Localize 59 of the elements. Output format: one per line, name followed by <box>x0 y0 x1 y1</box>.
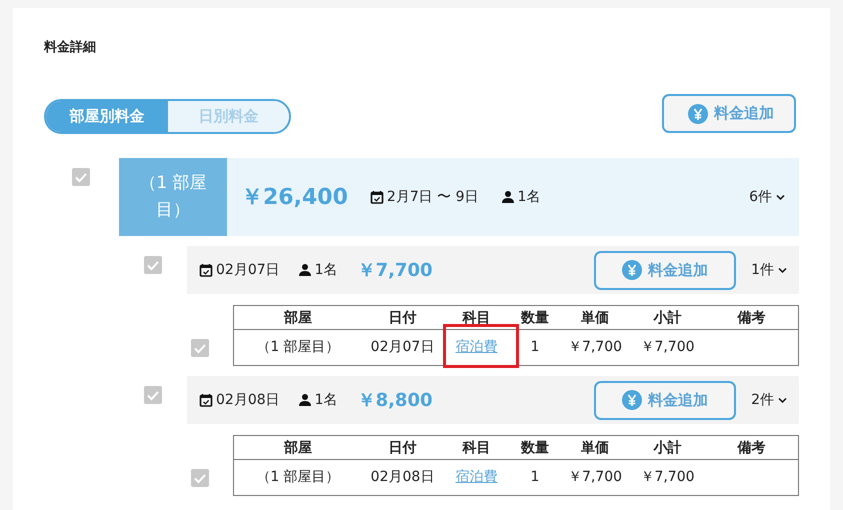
day-date: 02月07日 <box>216 261 280 279</box>
room-label: （1 部屋目） <box>119 158 227 236</box>
column-header: 部屋 <box>233 435 362 460</box>
person-icon <box>298 393 312 407</box>
date-range: 2月7日 〜 9日 <box>386 188 479 206</box>
column-header: 科目 <box>443 305 510 330</box>
checkbox[interactable] <box>144 256 162 274</box>
view-tab[interactable]: 日別料金 <box>168 101 289 132</box>
count-toggle[interactable]: 2件 <box>751 391 787 409</box>
room-total: ￥26,400 <box>241 184 348 212</box>
item-link[interactable]: 宿泊費 <box>456 469 498 485</box>
column-header: 日付 <box>362 435 443 460</box>
column-header: 数量 <box>510 435 560 460</box>
yen-icon <box>622 260 642 280</box>
column-header: 単価 <box>560 435 630 460</box>
count-toggle[interactable]: 6件 <box>749 188 785 206</box>
add-charge-button[interactable]: 料金追加 <box>594 380 736 420</box>
person-icon <box>500 190 515 204</box>
yen-icon <box>688 104 708 124</box>
calendar-icon <box>199 263 213 277</box>
checkbox[interactable] <box>191 339 209 357</box>
column-header: 部屋 <box>233 305 362 330</box>
table-cell: ￥7,700 <box>630 330 705 366</box>
column-header: 日付 <box>362 305 443 330</box>
table-cell: 1 <box>510 330 560 366</box>
table-cell: （1 部屋目） <box>233 460 362 496</box>
add-charge-button[interactable]: 料金追加 <box>594 250 736 290</box>
column-header: 数量 <box>510 305 560 330</box>
table-cell: 02月07日 <box>362 330 443 366</box>
column-header: 小計 <box>630 305 705 330</box>
view-tab[interactable]: 部屋別料金 <box>46 101 168 132</box>
day-total: ￥7,700 <box>358 259 432 282</box>
table-cell: ￥7,700 <box>560 460 630 496</box>
column-header: 単価 <box>560 305 630 330</box>
column-header: 小計 <box>630 435 705 460</box>
table-cell: （1 部屋目） <box>233 330 362 366</box>
column-header: 科目 <box>443 435 510 460</box>
table-cell: ￥7,700 <box>560 330 630 366</box>
yen-icon <box>622 390 642 410</box>
guest-count: 1名 <box>518 188 540 206</box>
checkbox[interactable] <box>144 386 162 404</box>
calendar-icon <box>199 393 213 407</box>
column-header: 備考 <box>705 435 799 460</box>
checkbox[interactable] <box>72 168 90 186</box>
item-link[interactable]: 宿泊費 <box>456 339 498 355</box>
guest-count: 1名 <box>314 261 338 279</box>
person-icon <box>298 263 312 277</box>
section-title: 料金詳細 <box>44 40 97 56</box>
calendar-icon <box>370 190 384 204</box>
column-header: 備考 <box>705 305 799 330</box>
day-total: ￥8,800 <box>358 389 432 412</box>
add-charge-button[interactable]: 料金追加 <box>662 94 796 133</box>
table-cell: 1 <box>510 460 560 496</box>
table-cell: 02月08日 <box>362 460 443 496</box>
table-cell: ￥7,700 <box>630 460 705 496</box>
guest-count: 1名 <box>314 391 338 409</box>
day-date: 02月08日 <box>216 391 280 409</box>
checkbox[interactable] <box>191 469 209 487</box>
count-toggle[interactable]: 1件 <box>751 261 787 279</box>
